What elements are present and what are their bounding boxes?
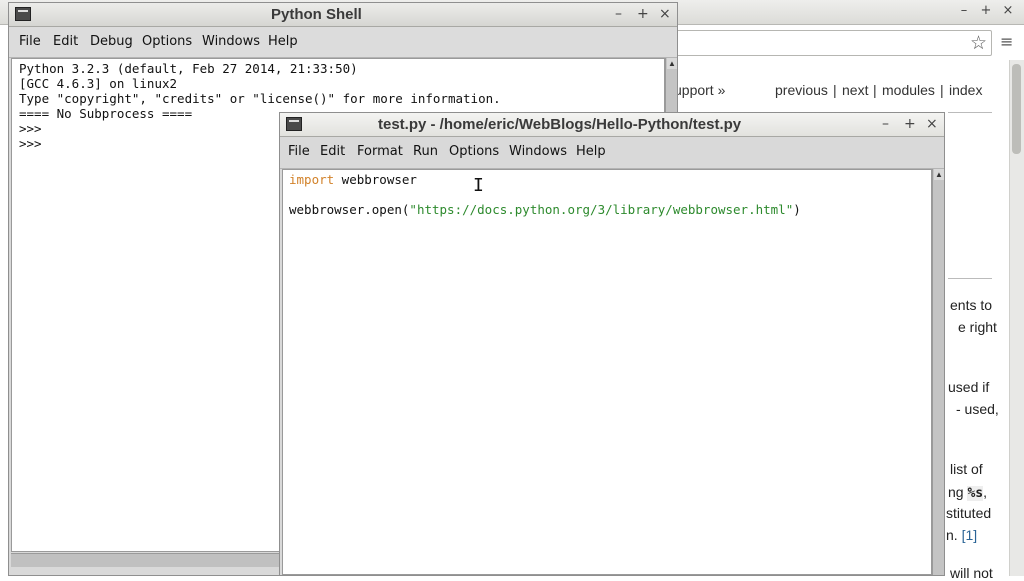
nav-link-next[interactable]: next: [842, 82, 868, 98]
browser-scrollbar[interactable]: [1009, 60, 1024, 576]
doc-text-fragment-word: ng: [948, 484, 964, 500]
doc-text-fragment: stituted: [946, 505, 992, 521]
nav-link-support[interactable]: upport »: [674, 82, 725, 98]
shell-menu-edit[interactable]: Edit: [53, 34, 78, 49]
doc-text-fragment: e right: [958, 319, 997, 335]
shell-output-line: Python 3.2.3 (default, Feb 27 2014, 21:3…: [19, 61, 358, 76]
hamburger-menu-icon[interactable]: ≡: [1000, 32, 1013, 51]
shell-menu-help[interactable]: Help: [268, 34, 298, 49]
shell-prompt: >>>: [19, 136, 42, 151]
browser-minimize-button[interactable]: –: [956, 3, 972, 19]
editor-menu-help[interactable]: Help: [576, 144, 606, 159]
doc-text-fragment: ents to: [950, 297, 993, 313]
editor-window-title: test.py - /home/eric/WebBlogs/Hello-Pyth…: [378, 116, 742, 133]
browser-scrollbar-thumb[interactable]: [1012, 64, 1021, 154]
code-line-1: import webbrowser: [289, 172, 417, 187]
doc-text-fragment: - used,: [956, 401, 999, 417]
doc-inline-code: %s: [967, 486, 984, 501]
editor-text-area[interactable]: import webbrowser webbrowser.open("https…: [282, 169, 932, 575]
shell-output-line: [GCC 4.6.3] on linux2: [19, 76, 178, 91]
code-identifier: webbrowser: [334, 172, 417, 187]
shell-titlebar[interactable]: Python Shell – + ×: [9, 3, 677, 27]
code-paren: ): [793, 202, 801, 217]
editor-menu-run[interactable]: Run: [413, 144, 438, 159]
doc-text-fragment-word: n.: [946, 527, 958, 543]
shell-menubar: File Edit Debug Options Windows Help: [9, 27, 677, 58]
editor-titlebar[interactable]: test.py - /home/eric/WebBlogs/Hello-Pyth…: [280, 113, 944, 137]
editor-window: test.py - /home/eric/WebBlogs/Hello-Pyth…: [279, 112, 945, 576]
browser-maximize-button[interactable]: +: [978, 3, 994, 19]
scroll-up-arrow-icon[interactable]: ▲: [934, 169, 944, 180]
browser-close-button[interactable]: ×: [1000, 3, 1016, 19]
window-app-icon: [15, 7, 31, 21]
editor-menu-edit[interactable]: Edit: [320, 144, 345, 159]
editor-vertical-scrollbar[interactable]: ▲: [932, 169, 944, 575]
nav-separator: |: [873, 82, 877, 98]
doc-text-fragment: ng %s,: [948, 484, 988, 501]
code-call: webbrowser.open(: [289, 202, 410, 217]
doc-text-fragment: list of: [950, 461, 983, 477]
nav-separator: |: [833, 82, 837, 98]
nav-link-previous[interactable]: previous: [775, 82, 828, 98]
shell-window-title: Python Shell: [271, 6, 362, 23]
shell-menu-options[interactable]: Options: [142, 34, 192, 49]
shell-maximize-button[interactable]: +: [637, 6, 649, 22]
code-line-3: webbrowser.open("https://docs.python.org…: [289, 202, 801, 217]
editor-menubar: File Edit Format Run Options Windows Hel…: [280, 137, 944, 169]
doc-text-fragment: n. [1]: [946, 527, 977, 543]
doc-divider: [948, 112, 992, 113]
shell-menu-debug[interactable]: Debug: [90, 34, 133, 49]
code-string: "https://docs.python.org/3/library/webbr…: [409, 202, 794, 217]
scroll-up-arrow-icon[interactable]: ▲: [667, 58, 677, 69]
window-app-icon: [286, 117, 302, 131]
editor-menu-windows[interactable]: Windows: [509, 144, 567, 159]
nav-separator: |: [940, 82, 944, 98]
doc-divider: [948, 278, 992, 279]
shell-menu-windows[interactable]: Windows: [202, 34, 260, 49]
editor-close-button[interactable]: ×: [926, 116, 938, 132]
footnote-link[interactable]: [1]: [962, 527, 978, 543]
text-cursor-icon: I: [473, 175, 484, 196]
doc-text-fragment: will not: [950, 565, 993, 581]
editor-menu-options[interactable]: Options: [449, 144, 499, 159]
shell-output-line: Type "copyright", "credits" or "license(…: [19, 91, 501, 106]
shell-close-button[interactable]: ×: [659, 6, 671, 22]
shell-minimize-button[interactable]: –: [615, 6, 622, 22]
editor-menu-format[interactable]: Format: [357, 144, 403, 159]
shell-menu-file[interactable]: File: [19, 34, 41, 49]
editor-maximize-button[interactable]: +: [904, 116, 916, 132]
code-keyword: import: [289, 172, 335, 187]
shell-prompt: >>>: [19, 121, 42, 136]
nav-link-modules[interactable]: modules: [882, 82, 935, 98]
editor-minimize-button[interactable]: –: [882, 116, 889, 132]
star-icon[interactable]: ☆: [970, 32, 987, 54]
editor-menu-file[interactable]: File: [288, 144, 310, 159]
shell-output-line: ==== No Subprocess ====: [19, 106, 193, 121]
doc-text-fragment: used if: [948, 379, 990, 395]
nav-link-index[interactable]: index: [949, 82, 982, 98]
